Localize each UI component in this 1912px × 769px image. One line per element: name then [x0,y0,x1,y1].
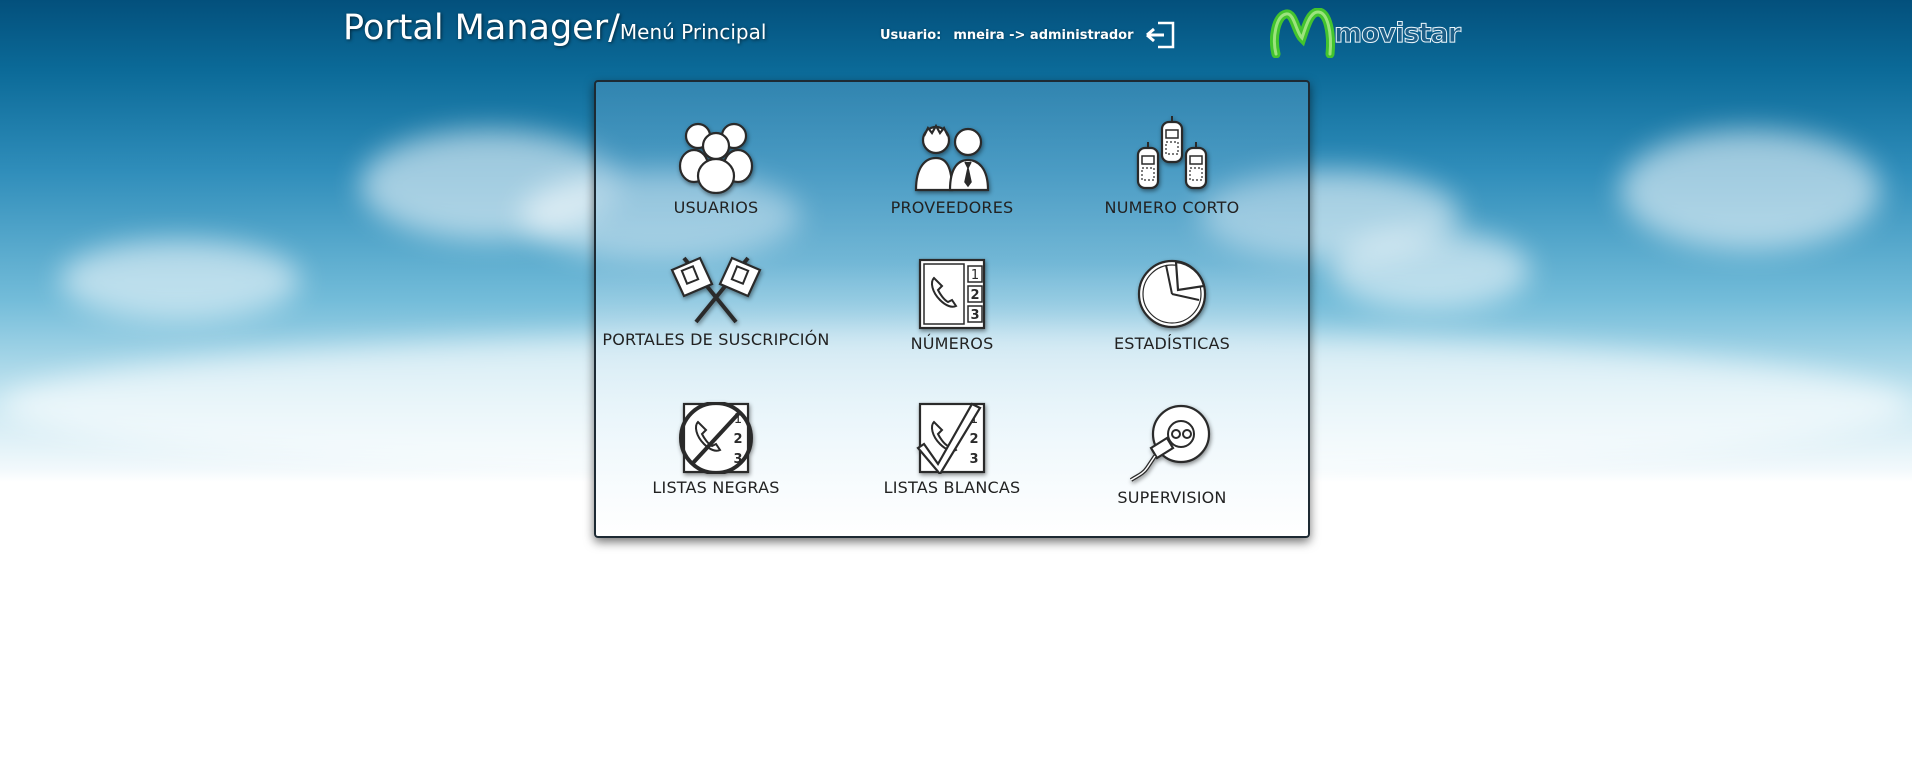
menu-item-label: ESTADÍSTICAS [1113,334,1231,353]
menu-item-label: LISTAS NEGRAS [652,478,780,497]
providers-icon [914,123,990,192]
menu-item-label: NUMERO CORTO [1104,198,1240,217]
svg-text:1: 1 [971,268,979,283]
menu-item-proveedores[interactable]: PROVEEDORES [832,116,1072,236]
menu-item-label: SUPERVISION [1117,488,1227,507]
mobile-phones-icon [1136,116,1208,190]
menu-item-label: NÚMEROS [910,334,994,353]
menu-item-label: USUARIOS [673,198,759,217]
user-label: Usuario: [880,27,942,43]
brand-name: movistar [1333,17,1461,49]
menu-item-label: PROVEEDORES [890,198,1014,217]
menu-item-numero-corto[interactable]: NUMERO CORTO [1052,116,1292,236]
menu-item-estadisticas[interactable]: ESTADÍSTICAS [1052,258,1292,378]
menu-item-numeros[interactable]: 1 2 3 NÚMEROS [832,258,1072,378]
movistar-logo: movistar [1270,8,1462,58]
blocked-phone-icon: 1 2 3 [679,402,753,474]
main-menu-panel: USUARIOS PROVEEDORES NUMERO CORTO PORTAL… [594,80,1310,538]
svg-text:2: 2 [733,432,742,447]
page-title: Menú Principal [619,20,767,44]
svg-text:3: 3 [969,452,978,467]
menu-item-label: PORTALES DE SUSCRIPCIÓN [602,330,830,349]
movistar-m-icon [1270,8,1335,58]
user-info: Usuario: mneira -> administrador [880,20,1178,50]
menu-item-supervision[interactable]: SUPERVISION [1052,402,1292,522]
svg-text:2: 2 [969,432,978,447]
svg-text:3: 3 [970,308,979,323]
users-icon [678,122,754,194]
app-title: Portal Manager/ [343,8,620,48]
menu-item-usuarios[interactable]: USUARIOS [596,116,836,236]
menu-item-listas-blancas[interactable]: 1 2 3 LISTAS BLANCAS [832,402,1072,522]
menu-item-portales-suscripcion[interactable]: PORTALES DE SUSCRIPCIÓN [596,254,836,374]
menu-item-label: LISTAS BLANCAS [883,478,1021,497]
pie-chart-icon [1137,259,1207,329]
svg-text:2: 2 [970,288,979,303]
phone-numbers-icon: 1 2 3 [918,258,986,330]
checked-phone-icon: 1 2 3 [916,402,986,474]
plug-icon [1129,404,1211,482]
flags-icon [670,256,762,324]
menu-item-listas-negras[interactable]: 1 2 3 LISTAS NEGRAS [596,402,836,522]
user-value: mneira -> administrador [953,27,1134,43]
page-header: Portal Manager/Menú Principal [343,8,766,48]
logout-icon[interactable] [1144,20,1178,50]
